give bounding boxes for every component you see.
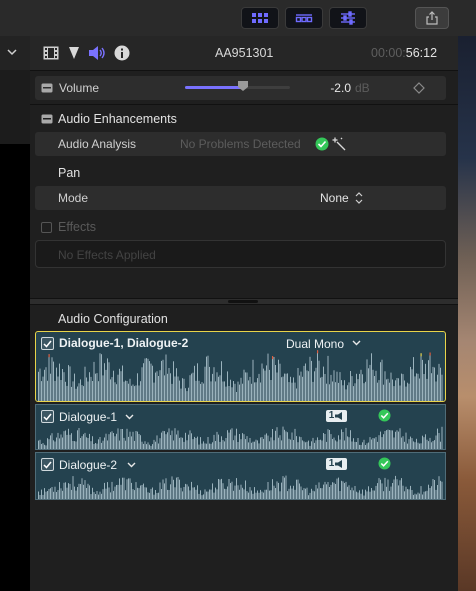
audio-enhancements-title[interactable]: Audio Enhancements bbox=[58, 112, 177, 126]
channel-mode-select[interactable]: Dual Mono bbox=[286, 337, 344, 351]
clip-name: AA951301 bbox=[215, 46, 274, 60]
volume-value[interactable]: -2.0 bbox=[327, 80, 351, 96]
main-clip-checkbox[interactable] bbox=[41, 337, 54, 350]
channel-2-name: Dialogue-2 bbox=[59, 458, 118, 472]
inspector-header: AA951301 00:00:56:12 bbox=[30, 36, 458, 71]
stepper-chevron-icon[interactable] bbox=[355, 192, 363, 204]
audio-analysis-label: Audio Analysis bbox=[58, 137, 137, 151]
effects-list: No Effects Applied bbox=[35, 240, 446, 268]
panel-splitter[interactable] bbox=[30, 298, 458, 305]
speaker-icon[interactable] bbox=[88, 45, 106, 61]
pan-mode-label: Mode bbox=[58, 191, 89, 205]
mono-channel-badge: 1 bbox=[326, 410, 347, 422]
waveform-dialogue-2 bbox=[38, 475, 443, 499]
splitter-handle[interactable] bbox=[228, 300, 258, 303]
checkmark-icon bbox=[378, 409, 391, 422]
viewer-header bbox=[0, 36, 30, 71]
channel-2-checkbox[interactable] bbox=[41, 458, 54, 471]
checkmark-icon bbox=[378, 457, 391, 470]
chevron-down-icon[interactable] bbox=[352, 340, 361, 346]
audio-analysis-row: Audio Analysis No Problems Detected bbox=[35, 132, 446, 156]
effects-title: Effects bbox=[58, 220, 96, 234]
audio-component-dialogue-2[interactable]: Dialogue-2 1 bbox=[35, 452, 446, 500]
color-triangle-icon[interactable] bbox=[68, 46, 80, 60]
waveform-main bbox=[38, 350, 443, 401]
speaker-icon bbox=[335, 412, 343, 420]
effects-checkbox[interactable] bbox=[41, 222, 52, 233]
grid-icon bbox=[252, 13, 268, 23]
timeline-layout-button[interactable] bbox=[285, 7, 323, 29]
timecode-leading: 00:00: bbox=[371, 46, 406, 60]
film-icon[interactable] bbox=[43, 46, 59, 60]
pan-mode-row: Mode None bbox=[35, 186, 446, 210]
top-toolbar bbox=[0, 0, 476, 37]
volume-slider-fill bbox=[185, 86, 243, 89]
inspector-toggle-button[interactable] bbox=[329, 7, 367, 29]
channel-badge-number: 1 bbox=[328, 458, 335, 469]
channel-1-checkbox[interactable] bbox=[41, 410, 54, 423]
info-icon[interactable] bbox=[114, 45, 130, 61]
checkmark-icon bbox=[315, 137, 329, 151]
keyframe-icon[interactable] bbox=[413, 82, 425, 94]
pan-title: Pan bbox=[58, 166, 81, 180]
main-clip-name: Dialogue-1, Dialogue-2 bbox=[59, 336, 189, 350]
divider bbox=[30, 104, 458, 105]
browser-grid-button[interactable] bbox=[241, 7, 279, 29]
timecode: 00:00:56:12 bbox=[371, 46, 437, 60]
timeline-icon bbox=[295, 14, 313, 23]
audio-component-dialogue-1[interactable]: Dialogue-1 1 bbox=[35, 404, 446, 450]
viewer-panel bbox=[0, 70, 30, 144]
audio-analysis-status: No Problems Detected bbox=[180, 137, 301, 151]
desktop-background bbox=[458, 36, 476, 591]
mono-channel-badge: 1 bbox=[326, 458, 347, 470]
chevron-down-icon[interactable] bbox=[7, 48, 17, 56]
effects-placeholder: No Effects Applied bbox=[58, 248, 156, 262]
volume-row: Volume -2.0 dB bbox=[35, 76, 446, 100]
channel-badge-number: 1 bbox=[328, 410, 335, 421]
sliders-icon bbox=[341, 11, 355, 25]
waveform-dialogue-1 bbox=[38, 426, 443, 449]
chevron-down-icon[interactable] bbox=[127, 462, 136, 468]
magic-wand-icon[interactable] bbox=[332, 137, 347, 151]
share-button[interactable] bbox=[415, 7, 449, 29]
channel-1-name: Dialogue-1 bbox=[59, 410, 118, 424]
collapse-icon[interactable] bbox=[41, 83, 53, 93]
volume-label: Volume bbox=[59, 81, 100, 95]
timecode-value: 56:12 bbox=[405, 46, 438, 60]
volume-slider[interactable] bbox=[185, 81, 290, 91]
audio-component-main[interactable]: Dialogue-1, Dialogue-2 Dual Mono bbox=[35, 331, 446, 402]
speaker-icon bbox=[335, 460, 343, 468]
volume-unit: dB bbox=[355, 81, 370, 95]
collapse-icon[interactable] bbox=[41, 114, 53, 124]
audio-config-title: Audio Configuration bbox=[58, 312, 168, 326]
pan-mode-select[interactable]: None bbox=[320, 190, 349, 206]
share-icon bbox=[426, 11, 438, 25]
volume-slider-knob[interactable] bbox=[237, 80, 248, 91]
chevron-down-icon[interactable] bbox=[125, 414, 134, 420]
